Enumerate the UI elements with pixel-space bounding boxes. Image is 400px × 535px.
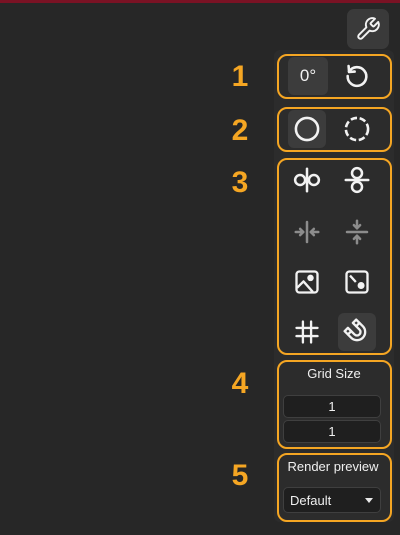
magnet-snap-button[interactable] xyxy=(338,313,376,351)
grid-size-x-input[interactable] xyxy=(283,395,381,418)
image-button[interactable] xyxy=(288,263,326,301)
annotation-number-1: 1 xyxy=(231,60,249,93)
render-preview-label: Render preview xyxy=(287,459,379,474)
magnet-snap-icon xyxy=(343,318,371,346)
reset-rotation-button[interactable] xyxy=(338,57,376,95)
flip-horizontal-button[interactable] xyxy=(288,161,326,199)
center-vertical-icon xyxy=(342,217,372,247)
flip-vertical-icon xyxy=(342,165,372,195)
shape-dashed-button[interactable] xyxy=(338,110,376,148)
grid-button[interactable] xyxy=(288,313,326,351)
render-preview-value: Default xyxy=(290,492,332,508)
circle-solid-icon xyxy=(293,115,321,143)
shape-solid-button[interactable] xyxy=(288,110,326,148)
annotation-number-5: 5 xyxy=(231,459,249,492)
flip-horizontal-icon xyxy=(292,165,322,195)
center-horizontal-button[interactable] xyxy=(288,213,326,251)
image-icon xyxy=(293,268,321,296)
render-preview-select[interactable]: Default xyxy=(283,487,381,513)
rotation-angle-value: 0° xyxy=(299,66,317,85)
grid-size-label: Grid Size xyxy=(307,366,361,381)
grid-icon xyxy=(293,318,321,346)
rotate-ccw-icon xyxy=(343,62,371,90)
center-horizontal-icon xyxy=(292,217,322,247)
annotation-number-3: 3 xyxy=(231,166,249,199)
center-vertical-button[interactable] xyxy=(338,213,376,251)
settings-button[interactable] xyxy=(347,9,389,49)
rotation-angle-button[interactable]: 0° xyxy=(288,57,328,95)
circle-dashed-icon xyxy=(343,115,371,143)
grid-size-y-input[interactable] xyxy=(283,420,381,443)
window-top-accent xyxy=(0,0,400,3)
chevron-down-icon xyxy=(365,497,373,503)
wrench-icon xyxy=(355,16,381,42)
flip-vertical-button[interactable] xyxy=(338,161,376,199)
fit-image-icon xyxy=(343,268,371,296)
fit-image-button[interactable] xyxy=(338,263,376,301)
annotation-number-4: 4 xyxy=(231,367,249,400)
annotation-number-2: 2 xyxy=(231,114,249,147)
